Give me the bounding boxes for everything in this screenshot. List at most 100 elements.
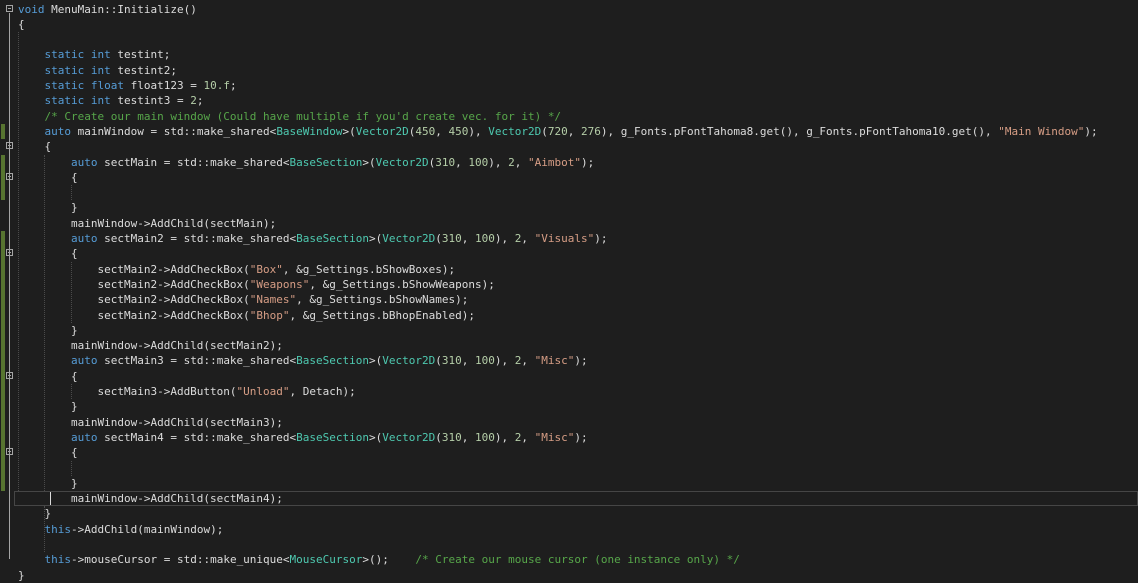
code-text: auto sectMain2 = std::make_shared<BaseSe…: [18, 231, 608, 246]
code-line[interactable]: static int testint3 = 2;: [0, 93, 1138, 108]
code-line[interactable]: sectMain2->AddCheckBox("Bhop", &g_Settin…: [0, 308, 1138, 323]
code-token: >(: [362, 155, 376, 169]
code-token: Vector2D: [488, 124, 542, 138]
code-token: , &g_Settings.bShowNames);: [296, 293, 469, 307]
code-text: }: [18, 200, 78, 215]
code-token: ;: [196, 94, 204, 108]
code-line[interactable]: auto sectMain3 = std::make_shared<BaseSe…: [0, 353, 1138, 368]
collapse-icon[interactable]: [6, 172, 13, 180]
code-line[interactable]: mainWindow->AddChild(sectMain2);: [0, 338, 1138, 353]
code-token: }: [18, 507, 52, 521]
code-token: {: [18, 369, 78, 383]
code-line[interactable]: }: [0, 476, 1138, 491]
code-line[interactable]: {: [0, 445, 1138, 460]
collapse-icon[interactable]: [6, 4, 13, 12]
code-text: static int testint;: [18, 47, 171, 62]
code-line[interactable]: mainWindow->AddChild(sectMain);: [0, 216, 1138, 231]
code-line[interactable]: }: [0, 200, 1138, 215]
code-line[interactable]: sectMain2->AddCheckBox("Weapons", &g_Set…: [0, 277, 1138, 292]
code-line[interactable]: [0, 185, 1138, 200]
code-token: (: [435, 354, 442, 368]
code-line[interactable]: }: [0, 568, 1138, 583]
code-editor[interactable]: void MenuMain::Initialize(){ static int …: [0, 0, 1138, 582]
code-line[interactable]: {: [0, 139, 1138, 154]
code-line[interactable]: {: [0, 246, 1138, 261]
code-token: Vector2D: [355, 124, 409, 138]
code-token: , Detach);: [289, 385, 356, 398]
code-token: auto: [44, 124, 72, 138]
code-line[interactable]: /* Create our main window (Could have mu…: [0, 109, 1138, 124]
code-token: sectMain = std::make_shared<: [97, 155, 290, 169]
code-token: ),: [494, 354, 515, 368]
code-token: "Visuals": [534, 232, 595, 245]
collapse-icon[interactable]: [6, 448, 13, 456]
code-text: sectMain2->AddCheckBox("Names", &g_Setti…: [18, 292, 468, 307]
code-token: ,: [455, 155, 469, 169]
code-token: Vector2D: [375, 155, 429, 169]
code-token: BaseSection: [296, 354, 370, 368]
code-token: testint;: [110, 48, 171, 62]
code-token: );: [574, 354, 588, 368]
code-text: static int testint3 = 2;: [18, 93, 204, 108]
code-token: "Unload": [236, 385, 290, 398]
code-token: (: [541, 124, 548, 138]
code-line[interactable]: }: [0, 323, 1138, 338]
code-token: ,: [521, 354, 535, 368]
code-token: }: [18, 323, 78, 337]
code-text: auto sectMain4 = std::make_shared<BaseSe…: [18, 430, 588, 445]
code-line[interactable]: [0, 537, 1138, 552]
code-token: );: [581, 155, 595, 169]
code-line[interactable]: [0, 461, 1138, 476]
code-line[interactable]: auto mainWindow = std::make_shared<BaseW…: [0, 124, 1138, 139]
code-token: 100: [468, 155, 489, 169]
code-line[interactable]: sectMain2->AddCheckBox("Names", &g_Setti…: [0, 292, 1138, 307]
code-token: BaseSection: [296, 232, 370, 245]
code-line[interactable]: {: [0, 170, 1138, 185]
code-line[interactable]: static int testint2;: [0, 63, 1138, 78]
code-text: {: [18, 139, 51, 154]
code-token: /* Create our main window (Could have mu…: [44, 109, 562, 123]
code-line[interactable]: static float float123 = 10.f;: [0, 78, 1138, 93]
code-line[interactable]: auto sectMain4 = std::make_shared<BaseSe…: [0, 430, 1138, 445]
code-token: /* Create our mouse cursor (one instance…: [415, 553, 740, 567]
code-token: sectMain3->AddButton(: [18, 385, 237, 398]
code-line[interactable]: {: [0, 17, 1138, 32]
code-line[interactable]: this->AddChild(mainWindow);: [0, 522, 1138, 537]
code-line[interactable]: [0, 32, 1138, 47]
code-line[interactable]: mainWindow->AddChild(sectMain3);: [0, 415, 1138, 430]
code-line[interactable]: auto sectMain2 = std::make_shared<BaseSe…: [0, 231, 1138, 246]
code-text: {: [18, 445, 78, 460]
code-line[interactable]: }: [0, 506, 1138, 521]
code-token: testint2;: [110, 63, 177, 77]
code-token: 100: [475, 232, 495, 245]
code-line[interactable]: sectMain2->AddCheckBox("Box", &g_Setting…: [0, 262, 1138, 277]
code-line[interactable]: auto sectMain = std::make_shared<BaseSec…: [0, 155, 1138, 170]
code-token: "Misc": [534, 430, 575, 444]
code-line[interactable]: }: [0, 399, 1138, 414]
code-line[interactable]: {: [0, 369, 1138, 384]
code-token: auto: [70, 354, 98, 368]
code-token: MenuMain::Initialize(): [44, 2, 197, 16]
code-token: int: [90, 48, 111, 62]
code-line[interactable]: static int testint;: [0, 47, 1138, 62]
code-line[interactable]: sectMain3->AddButton("Unload", Detach);: [0, 384, 1138, 399]
code-token: >(: [342, 124, 356, 138]
code-token: Vector2D: [382, 232, 436, 245]
code-token: "Main Window": [998, 124, 1085, 138]
code-token: mainWindow = std::make_shared<: [71, 124, 277, 138]
code-line[interactable]: void MenuMain::Initialize(): [0, 2, 1138, 17]
code-token: 10.f: [203, 79, 230, 92]
code-token: 450: [448, 124, 469, 138]
collapse-icon[interactable]: [6, 142, 13, 150]
code-token: float123 =: [124, 79, 204, 92]
collapse-icon[interactable]: [6, 371, 13, 379]
code-line[interactable]: this->mouseCursor = std::make_unique<Mou…: [0, 552, 1138, 567]
collapse-icon[interactable]: [6, 249, 13, 257]
current-line-highlight: [14, 490, 1138, 506]
